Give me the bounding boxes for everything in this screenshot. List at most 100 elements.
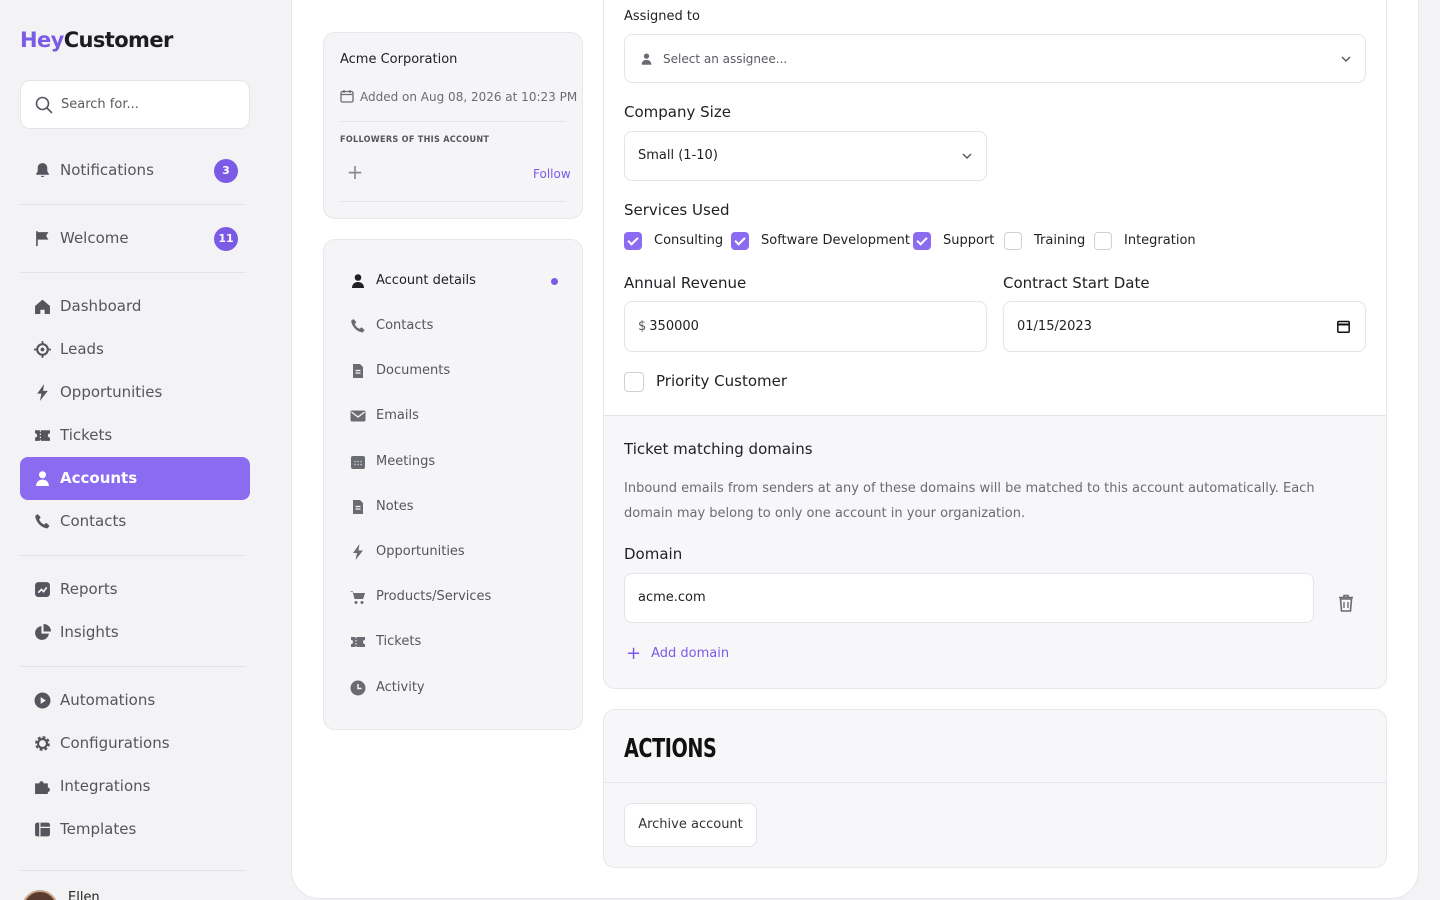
- trash-icon[interactable]: [1338, 594, 1354, 612]
- training-checkbox[interactable]: [1004, 232, 1022, 250]
- account-menu-activity[interactable]: Activity: [340, 668, 566, 708]
- play-circle-icon: [34, 692, 51, 709]
- contract-start-date-label: Contract Start Date: [1003, 274, 1150, 292]
- sidebar-item-accounts[interactable]: Accounts: [20, 457, 250, 500]
- note-icon: [353, 500, 363, 514]
- sidebar-item-integrations[interactable]: Integrations: [20, 765, 250, 808]
- sidebar-item-welcome[interactable]: Welcome 11: [20, 217, 250, 260]
- consulting-checkbox[interactable]: [624, 232, 642, 250]
- search-input[interactable]: [61, 81, 241, 128]
- support-checkbox[interactable]: [913, 232, 931, 250]
- account-menu-label: Documents: [376, 363, 451, 378]
- puzzle-icon: [35, 781, 50, 794]
- annual-revenue-input[interactable]: $350000: [624, 301, 987, 352]
- sidebar-divider: [20, 666, 246, 667]
- assigned-to-label: Assigned to: [624, 9, 700, 24]
- calendar-icon: [340, 90, 354, 103]
- sidebar-item-reports[interactable]: Reports: [20, 568, 250, 611]
- chevron-down-icon: [962, 153, 972, 159]
- ticket-domains-title: Ticket matching domains: [624, 440, 813, 458]
- company-size-select[interactable]: Small (1-10): [624, 131, 987, 181]
- sidebar-item-opportunities[interactable]: Opportunities: [20, 371, 250, 414]
- annual-revenue-value: $350000: [638, 302, 699, 352]
- phone-icon: [351, 319, 365, 333]
- notifications-count-badge: 3: [214, 159, 238, 183]
- domain-label: Domain: [624, 545, 683, 563]
- followers-title: FOLLOWERS OF THIS ACCOUNT: [340, 135, 490, 145]
- account-menu-products-services[interactable]: Products/Services: [340, 577, 566, 617]
- envelope-icon: [350, 410, 366, 422]
- sidebar-divider: [20, 272, 246, 273]
- services-used-label: Services Used: [624, 201, 730, 219]
- sidebar-item-automations[interactable]: Automations: [20, 679, 250, 722]
- brand-logo-part2: Customer: [63, 28, 174, 52]
- calendar-icon[interactable]: [1337, 320, 1350, 333]
- account-menu-meetings[interactable]: Meetings: [340, 442, 566, 482]
- phone-icon: [35, 514, 50, 529]
- integration-checkbox[interactable]: [1094, 232, 1112, 250]
- sidebar-divider: [20, 555, 246, 556]
- sidebar-item-notifications[interactable]: Notifications 3: [20, 149, 250, 192]
- account-menu-notes[interactable]: Notes: [340, 487, 566, 527]
- account-menu-tickets[interactable]: Tickets: [340, 622, 566, 662]
- add-follower-button[interactable]: +: [345, 162, 365, 183]
- ticket-icon: [351, 637, 365, 647]
- account-added-date: Added on Aug 08, 2026 at 10:23 PM: [340, 89, 577, 104]
- annual-revenue-amount: 350000: [649, 319, 699, 334]
- bolt-icon: [37, 384, 48, 401]
- sidebar-item-dashboard[interactable]: Dashboard: [20, 285, 250, 328]
- company-size-label: Company Size: [624, 103, 731, 121]
- sidebar-item-label: Configurations: [60, 734, 170, 752]
- account-menu-account-details[interactable]: Account details: [340, 261, 566, 301]
- account-menu-contacts[interactable]: Contacts: [340, 306, 566, 346]
- account-menu-label: Products/Services: [376, 589, 492, 604]
- software-development-label: Software Development: [761, 233, 910, 248]
- brand-logo[interactable]: HeyCustomer: [20, 28, 173, 52]
- account-menu-emails[interactable]: Emails: [340, 396, 566, 436]
- sidebar-item-tickets[interactable]: Tickets: [20, 414, 250, 457]
- account-menu-label: Opportunities: [376, 544, 465, 559]
- ticket-domains-description: Inbound emails from senders at any of th…: [624, 481, 1315, 521]
- account-menu-documents[interactable]: Documents: [340, 351, 566, 391]
- assignee-select[interactable]: Select an assignee...: [624, 34, 1366, 83]
- sidebar-item-label: Leads: [60, 340, 104, 358]
- currency-prefix: $: [638, 319, 647, 334]
- account-menu-opportunities[interactable]: Opportunities: [340, 532, 566, 572]
- follow-link[interactable]: Follow: [533, 167, 571, 181]
- sidebar-item-templates[interactable]: Templates: [20, 808, 250, 851]
- priority-customer-checkbox[interactable]: [624, 372, 644, 392]
- sidebar-item-label: Contacts: [60, 512, 127, 530]
- support-label: Support: [943, 233, 995, 248]
- account-menu-label: Activity: [376, 680, 425, 695]
- sidebar-item-label: Welcome: [60, 229, 129, 247]
- section-divider: [604, 415, 1386, 416]
- annual-revenue-label: Annual Revenue: [624, 274, 747, 292]
- clock-icon: [350, 680, 366, 696]
- sidebar-divider: [20, 204, 246, 205]
- add-domain-button[interactable]: + Add domain: [626, 643, 729, 664]
- archive-account-button[interactable]: Archive account: [624, 803, 757, 847]
- company-size-value: Small (1-10): [638, 148, 718, 163]
- sidebar-item-label: Opportunities: [60, 383, 163, 401]
- sidebar-item-label: Accounts: [60, 469, 138, 487]
- user-name: Ellen: [68, 890, 100, 900]
- sidebar-item-insights[interactable]: Insights: [20, 611, 250, 654]
- sidebar-item-leads[interactable]: Leads: [20, 328, 250, 371]
- sidebar: HeyCustomer Notifications 3 Welcome 11 D…: [0, 0, 270, 900]
- sidebar-item-contacts[interactable]: Contacts: [20, 500, 250, 543]
- template-icon: [35, 822, 50, 837]
- user-avatar[interactable]: [22, 890, 58, 900]
- sidebar-item-configurations[interactable]: Configurations: [20, 722, 250, 765]
- domain-input[interactable]: acme.com: [624, 573, 1314, 623]
- section-divider: [604, 782, 1386, 783]
- contract-start-date-input[interactable]: 01/15/2023: [1003, 301, 1366, 352]
- pie-chart-icon: [35, 624, 51, 640]
- chart-icon: [35, 582, 50, 597]
- training-label: Training: [1034, 233, 1086, 248]
- integration-label: Integration: [1124, 233, 1196, 248]
- software-development-checkbox[interactable]: [731, 232, 749, 250]
- consulting-label: Consulting: [654, 233, 724, 248]
- sidebar-item-label: Notifications: [60, 161, 154, 179]
- ticket-icon: [35, 430, 50, 441]
- document-icon: [353, 364, 363, 378]
